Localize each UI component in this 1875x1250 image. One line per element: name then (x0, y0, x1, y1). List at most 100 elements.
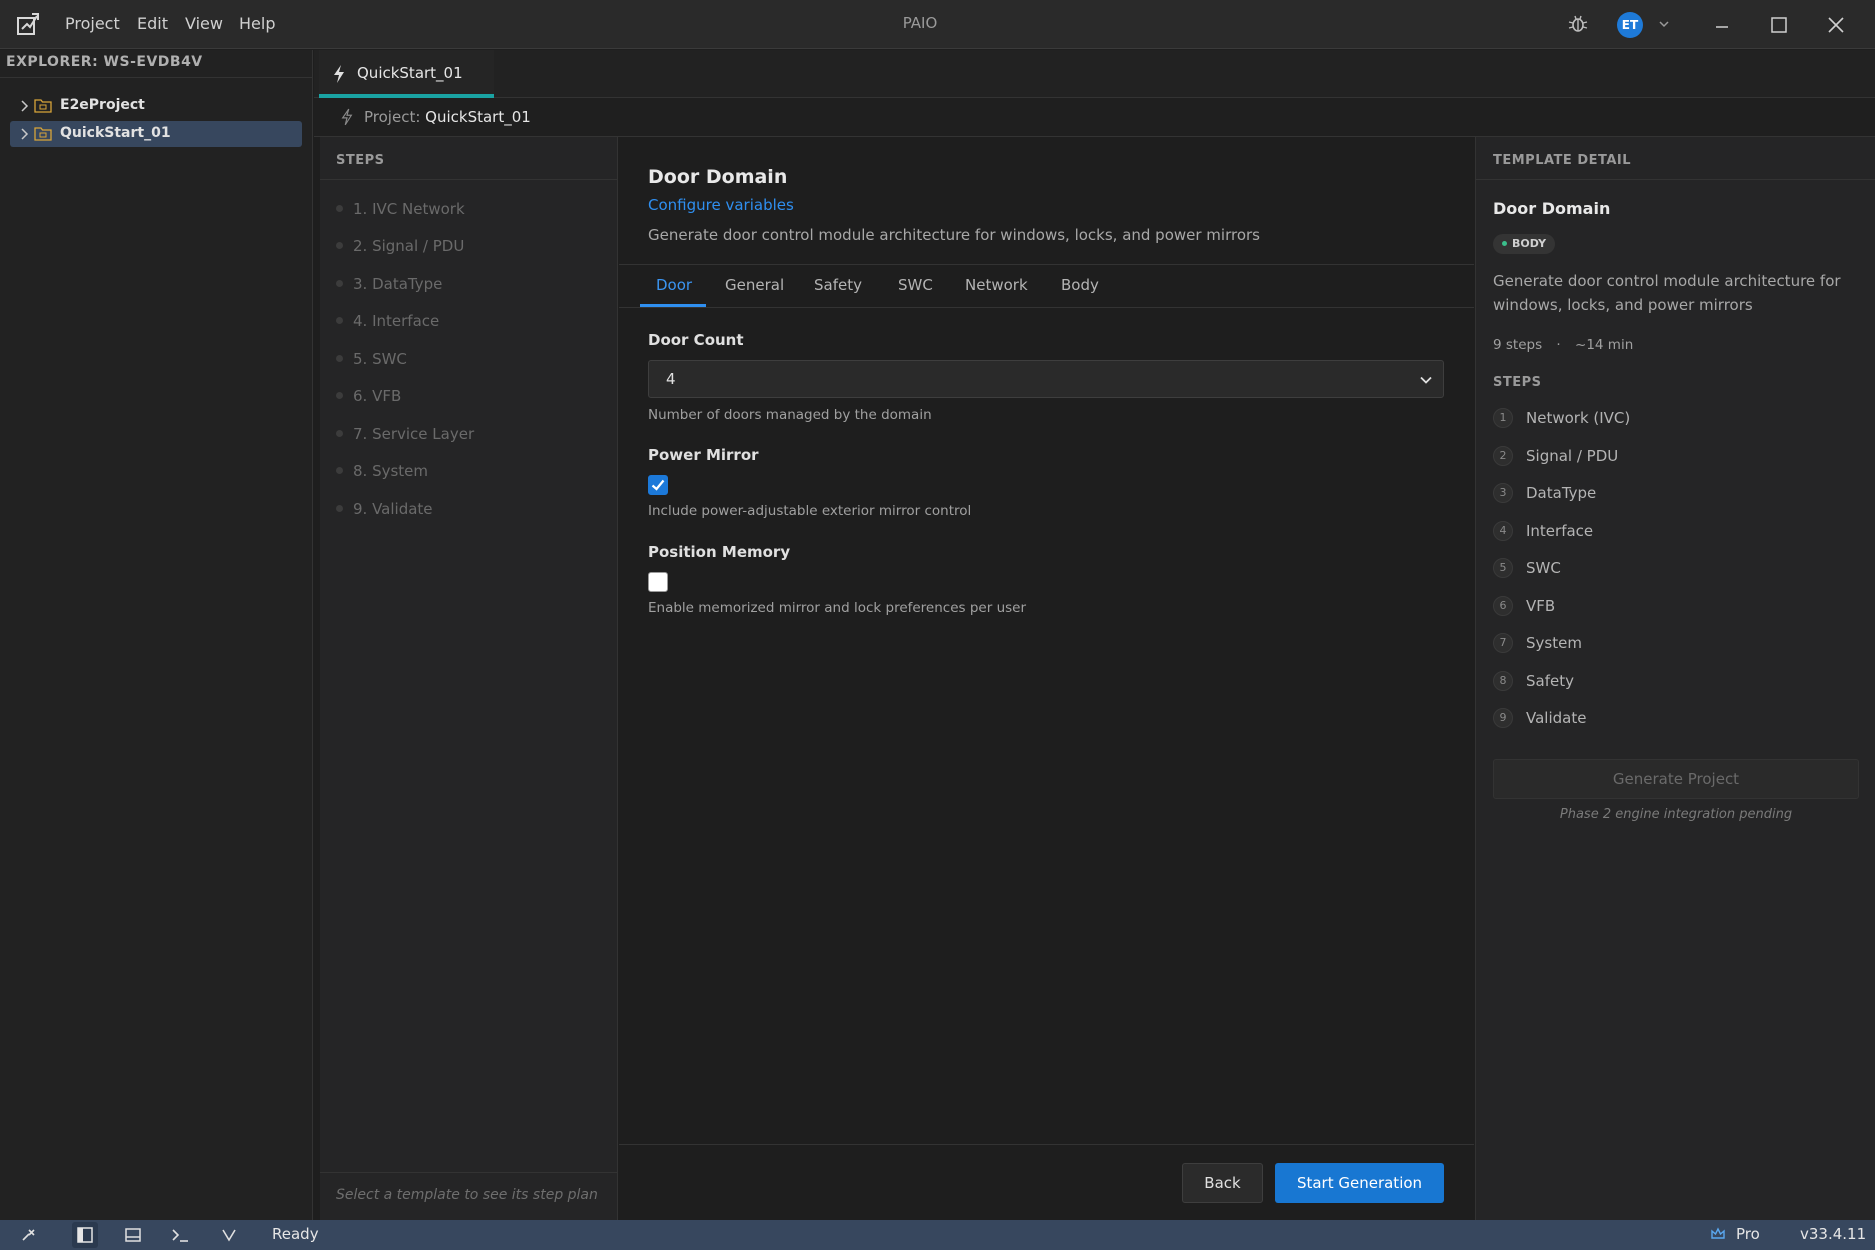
chevron-down-icon[interactable] (219, 1225, 239, 1245)
plan-label[interactable]: Pro (1736, 1225, 1760, 1243)
position-memory-checkbox[interactable] (648, 572, 668, 592)
door-count-select[interactable]: 4 (648, 360, 1444, 398)
start-generation-button[interactable]: Start Generation (1275, 1163, 1444, 1203)
template-detail-panel: TEMPLATE DETAIL Door Domain BODY Generat… (1475, 137, 1875, 1220)
step-item: 9. Validate (336, 500, 433, 518)
project-folder-icon (34, 99, 52, 113)
lightning-icon (334, 65, 344, 83)
generate-project-button[interactable]: Generate Project (1493, 759, 1859, 799)
bug-icon[interactable] (1566, 12, 1590, 36)
step-number: 1 (1493, 408, 1513, 428)
explorer-title: EXPLORER: WS-EVDB4V (6, 54, 203, 70)
meta-separator: · (1556, 337, 1561, 353)
step-item: 8. System (336, 462, 428, 480)
power-mirror-label: Power Mirror (648, 446, 759, 464)
step-dot (336, 280, 343, 287)
step-item: 2. Signal / PDU (336, 237, 464, 255)
template-title: Door Domain (1493, 199, 1611, 218)
project-folder-icon (34, 127, 52, 141)
tab-general[interactable]: General (725, 276, 784, 294)
step-label: 5. SWC (353, 350, 407, 368)
step-item: 4. Interface (336, 312, 439, 330)
template-step-label: SWC (1526, 559, 1561, 577)
avatar[interactable]: ET (1617, 12, 1643, 38)
door-count-value: 4 (666, 370, 676, 388)
step-dot (336, 205, 343, 212)
position-memory-help: Enable memorized mirror and lock prefere… (648, 600, 1027, 616)
badge-label: BODY (1512, 237, 1547, 250)
tree-item-quickstart-01[interactable]: QuickStart_01 (10, 121, 302, 147)
template-step-label: Interface (1526, 522, 1594, 540)
tab-door[interactable]: Door (656, 276, 692, 294)
template-step-label: Signal / PDU (1526, 447, 1619, 465)
chevron-down-icon[interactable] (1656, 16, 1672, 32)
breadcrumb-prefix: Project: (364, 108, 421, 126)
chevron-right-icon[interactable] (18, 127, 30, 141)
step-label: 8. System (353, 462, 429, 480)
panel-layout-icon[interactable] (123, 1225, 143, 1245)
step-item: 6. VFB (336, 387, 401, 405)
steps-panel: STEPS 1. IVC Network 2. Signal / PDU 3. … (320, 137, 618, 1220)
door-count-label: Door Count (648, 331, 744, 349)
step-number: 3 (1493, 483, 1513, 503)
back-button[interactable]: Back (1182, 1163, 1263, 1203)
step-label: 7. Service Layer (353, 425, 475, 443)
editor-tab-label: QuickStart_01 (357, 64, 463, 82)
editor-tab-quickstart-01[interactable]: QuickStart_01 (319, 50, 494, 98)
tab-safety[interactable]: Safety (814, 276, 862, 294)
editor-tab-bar: QuickStart_01 (314, 50, 1875, 98)
step-number: 5 (1493, 558, 1513, 578)
divider (619, 264, 1474, 265)
tab-network[interactable]: Network (965, 276, 1028, 294)
steps-heading: STEPS (336, 153, 385, 168)
tree-item-e2eproject[interactable]: E2eProject (10, 93, 302, 119)
form-description: Generate door control module architectur… (648, 226, 1260, 244)
step-number: 4 (1493, 521, 1513, 541)
tab-swc[interactable]: SWC (898, 276, 933, 294)
step-label: 9. Validate (353, 500, 433, 518)
sidebar-layout-icon (77, 1227, 93, 1243)
status-text: Ready (272, 1225, 319, 1243)
configure-variables-link[interactable]: Configure variables (648, 196, 794, 214)
power-mirror-help: Include power-adjustable exterior mirror… (648, 503, 972, 519)
checkmark-icon (651, 479, 665, 491)
form-title: Door Domain (648, 166, 788, 188)
title-bar: Project Edit View Help PAIO ET (0, 0, 1875, 49)
window-title: PAIO (902, 14, 938, 32)
template-steps-heading: STEPS (1493, 375, 1542, 390)
meta-time: ~14 min (1575, 337, 1634, 353)
divider (1476, 179, 1875, 180)
divider (619, 1144, 1474, 1145)
steps-footer-hint: Select a template to see its step plan (336, 1187, 598, 1203)
chevron-right-icon[interactable] (18, 99, 30, 113)
minimize-icon[interactable] (1709, 12, 1735, 38)
template-step-label: Network (IVC) (1526, 409, 1631, 427)
power-mirror-checkbox[interactable] (648, 475, 668, 495)
version-label: v33.4.11 (1800, 1225, 1867, 1243)
close-icon[interactable] (1823, 12, 1849, 38)
breadcrumb-project-name[interactable]: QuickStart_01 (425, 108, 531, 126)
step-dot (336, 242, 343, 249)
divider (0, 77, 313, 78)
door-count-help: Number of doors managed by the domain (648, 407, 932, 423)
remote-icon[interactable] (19, 1225, 39, 1245)
tab-body[interactable]: Body (1061, 276, 1099, 294)
terminal-icon[interactable] (170, 1225, 190, 1245)
step-number: 7 (1493, 633, 1513, 653)
step-item: 1. IVC Network (336, 200, 465, 218)
step-label: 1. IVC Network (353, 200, 465, 218)
divider (619, 307, 1474, 308)
category-badge: BODY (1493, 234, 1556, 254)
step-dot (336, 392, 343, 399)
step-item: 3. DataType (336, 275, 442, 293)
template-detail-heading: TEMPLATE DETAIL (1493, 153, 1632, 168)
toggle-sidebar-button[interactable] (72, 1222, 98, 1248)
step-dot (336, 355, 343, 362)
template-step-label: Safety (1526, 672, 1574, 690)
config-form: Door Domain Configure variables Generate… (619, 137, 1474, 1220)
explorer-panel: EXPLORER: WS-EVDB4V E2eProject QuickStar… (0, 50, 313, 1220)
maximize-icon[interactable] (1766, 12, 1792, 38)
template-step-label: Validate (1526, 709, 1587, 727)
divider (320, 1172, 618, 1173)
tree-item-label: QuickStart_01 (60, 125, 171, 141)
